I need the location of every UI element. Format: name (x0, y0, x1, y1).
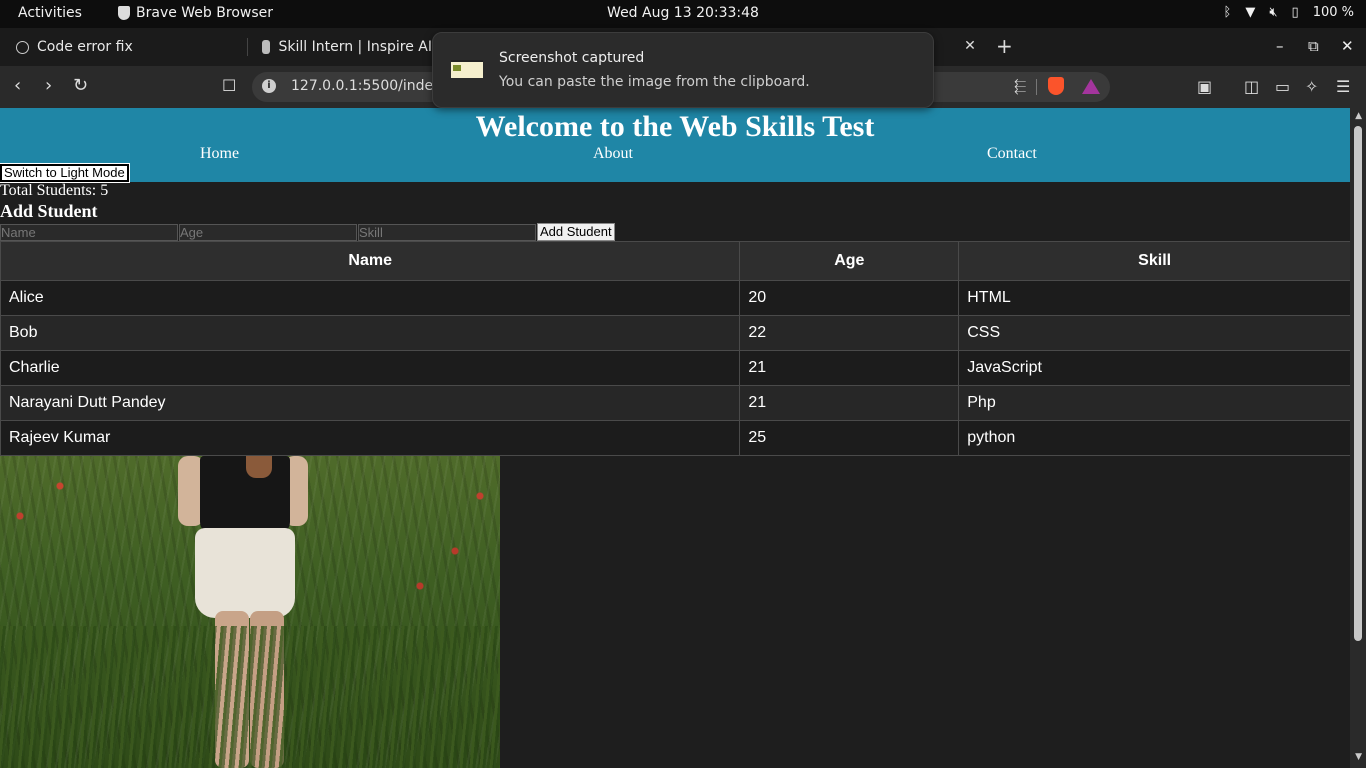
wifi-icon: ▼ (1245, 5, 1256, 20)
address-divider (1036, 79, 1037, 95)
close-tab-icon[interactable]: ✕ (960, 36, 980, 56)
cell-name: Narayani Dutt Pandey (0, 385, 741, 421)
table-row: Charlie 21 JavaScript (0, 350, 1351, 386)
skill-input[interactable] (358, 224, 536, 241)
reload-icon[interactable]: ↻ (73, 76, 88, 96)
table-header-row: Name Age Skill (0, 241, 1351, 281)
openai-icon (16, 40, 29, 54)
cell-age: 22 (739, 315, 960, 351)
system-tray[interactable]: ᛒ ▼ 🔇︎ ▯ 100 % (1224, 5, 1354, 20)
meadow-photo (0, 456, 500, 768)
column-header-skill: Skill (958, 241, 1351, 281)
new-tab-button[interactable]: + (996, 34, 1013, 58)
battery-percent: 100 % (1312, 5, 1354, 20)
tab-label: Code error fix (37, 39, 133, 55)
reader-mode-icon[interactable]: ▣ (1197, 77, 1212, 96)
cell-skill: CSS (958, 315, 1351, 351)
sidebar-icon[interactable]: ◫ (1244, 77, 1259, 96)
battery-icon: ▯ (1291, 5, 1299, 20)
cell-skill: Php (958, 385, 1351, 421)
menu-icon[interactable]: ☰ (1336, 77, 1350, 96)
cell-age: 21 (739, 350, 960, 386)
column-header-age: Age (739, 241, 960, 281)
tab-code-error-fix[interactable]: Code error fix (16, 28, 242, 66)
cell-age: 20 (739, 280, 960, 316)
cell-skill: JavaScript (958, 350, 1351, 386)
bluetooth-icon: ᛒ (1223, 5, 1232, 20)
cell-name: Rajeev Kumar (0, 420, 741, 456)
total-students: Total Students: 5 (0, 182, 109, 199)
notification-body: You can paste the image from the clipboa… (499, 74, 810, 90)
students-table: Name Age Skill Alice 20 HTML Bob 22 CSS … (0, 241, 1351, 456)
nav-about-link[interactable]: About (593, 145, 633, 163)
scroll-down-icon[interactable]: ▼ (1355, 752, 1362, 762)
bookmark-icon[interactable]: ☐ (222, 76, 236, 96)
maximize-icon[interactable]: ⧉ (1308, 37, 1319, 55)
cell-skill: python (958, 420, 1351, 456)
volume-muted-icon: 🔇︎ (1269, 5, 1278, 20)
scroll-up-icon[interactable]: ▲ (1355, 111, 1362, 121)
photo-hair (246, 456, 272, 478)
cell-name: Bob (0, 315, 741, 351)
cell-age: 21 (739, 385, 960, 421)
forward-icon[interactable]: › (45, 76, 52, 96)
brave-shields-icon[interactable] (1048, 77, 1064, 95)
back-icon[interactable]: ‹ (14, 76, 21, 96)
screenshot-thumbnail (451, 60, 483, 78)
leo-ai-icon[interactable]: ✧ (1305, 77, 1318, 96)
photo-shirt (200, 456, 290, 534)
screenshot-notification[interactable]: Screenshot captured You can paste the im… (432, 32, 934, 108)
tab-label: Skill Intern | Inspire AI (278, 39, 432, 55)
share-icon[interactable]: ⬱ (1014, 77, 1026, 95)
name-input[interactable] (0, 224, 178, 241)
system-top-bar: Activities Brave Web Browser Wed Aug 13 … (0, 0, 1366, 28)
theme-toggle-button[interactable]: Switch to Light Mode (0, 163, 130, 183)
page-viewport: Welcome to the Web Skills Test Home Abou… (0, 108, 1366, 768)
url-text[interactable]: 127.0.0.1:5500/index.h (291, 78, 454, 94)
cell-name: Alice (0, 280, 741, 316)
add-student-button[interactable]: Add Student (537, 223, 615, 241)
add-student-heading: Add Student (0, 201, 98, 221)
brave-rewards-icon[interactable] (1082, 79, 1100, 94)
nav-home-link[interactable]: Home (200, 145, 239, 163)
nav-contact-link[interactable]: Contact (987, 145, 1037, 163)
notification-title: Screenshot captured (499, 50, 645, 66)
cell-skill: HTML (958, 280, 1351, 316)
cell-name: Charlie (0, 350, 741, 386)
page-title: Welcome to the Web Skills Test (475, 110, 875, 143)
minimize-icon[interactable]: – (1276, 37, 1284, 55)
close-window-icon[interactable]: ✕ (1341, 37, 1354, 55)
table-row: Alice 20 HTML (0, 280, 1351, 316)
site-info-icon[interactable]: i (262, 79, 276, 93)
table-row: Rajeev Kumar 25 python (0, 420, 1351, 456)
wallet-icon[interactable]: ▭ (1275, 77, 1290, 96)
tab-divider (247, 38, 248, 56)
site-header: Welcome to the Web Skills Test Home Abou… (0, 108, 1350, 183)
cell-age: 25 (739, 420, 960, 456)
tab-skill-intern[interactable]: Skill Intern | Inspire AI (262, 28, 432, 66)
table-row: Bob 22 CSS (0, 315, 1351, 351)
age-input[interactable] (179, 224, 357, 241)
column-header-name: Name (0, 241, 741, 281)
scrollbar-thumb[interactable] (1354, 126, 1362, 641)
photo-grass (0, 626, 500, 768)
clock[interactable]: Wed Aug 13 20:33:48 (0, 5, 1366, 21)
table-row: Narayani Dutt Pandey 21 Php (0, 385, 1351, 421)
photo-shorts (195, 528, 295, 618)
site-favicon-icon (262, 40, 271, 54)
